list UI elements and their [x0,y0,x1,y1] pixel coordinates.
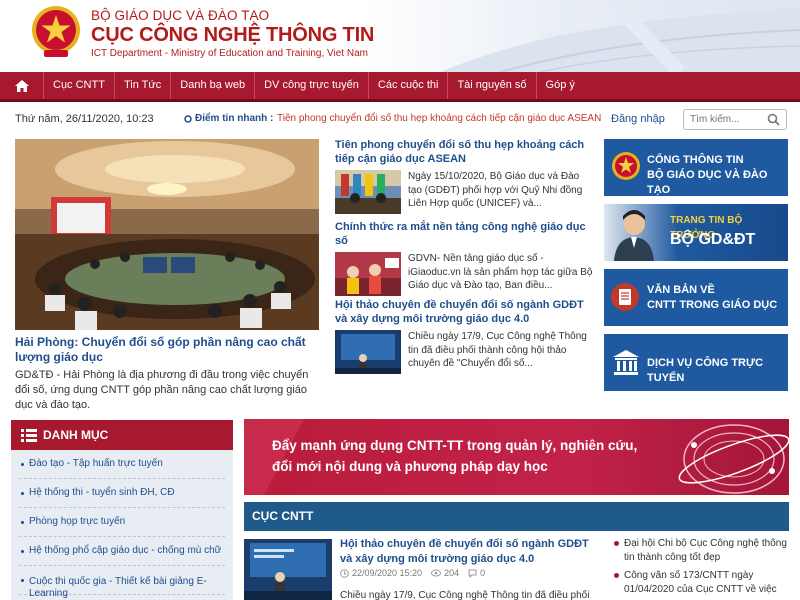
category-item[interactable]: Phòng họp trực tuyến [19,508,225,537]
list-item[interactable]: Công văn số 173/CNTT ngày 01/04/2020 của… [612,569,790,597]
promo-text: Đẩy mạnh ứng dụng CNTT-TT trong quản lý,… [272,435,637,477]
home-button[interactable] [0,72,44,99]
documents-banner[interactable]: VĂN BẢN VỀ CNTT TRONG GIÁO DỤC [604,269,788,326]
cuc-article-description: Chiều ngày 17/9, Cục Công nghệ Thông tin… [340,590,590,600]
search-icon[interactable] [767,113,780,126]
article-date: 22/09/2020 15:20 [352,568,423,578]
eye-icon [431,569,442,577]
ministry-name: BỘ GIÁO DỤC VÀ ĐÀO TẠO [91,8,270,23]
promo-line2: đổi mới nội dung và phương pháp dạy học [272,459,548,474]
main-nav: Cục CNTT Tin Tức Danh bạ web DV công trự… [0,72,800,102]
flash-news-label: Điểm tin nhanh : [195,113,274,124]
article-comments: 0 [480,568,486,578]
nav-item-danh-ba-web[interactable]: Danh bạ web [171,72,256,99]
flash-news-link[interactable]: Tiên phong chuyển đổi số thu hẹp khoảng … [277,113,601,124]
nav-item-dv-cong[interactable]: DV công trực tuyến [255,72,369,99]
category-title: DANH MỤC [43,428,109,442]
news-thumbnail[interactable] [335,252,401,296]
documents-banner-line2: CNTT TRONG GIÁO DỤC [647,299,778,311]
documents-banner-line1: VĂN BẢN VỀ [647,284,715,296]
minister-portrait [614,210,654,261]
list-item[interactable]: Đại hội Chi bộ Cục Công nghệ thông tin t… [612,537,790,565]
current-date: Thứ năm, 26/11/2020, 10:23 [15,113,154,125]
portal-banner-line1: CỔNG THÔNG TIN [647,154,744,166]
clock-icon [340,568,349,578]
portal-banner-line2: BỘ GIÁO DỤC VÀ ĐÀO TẠO [647,169,768,196]
government-building-icon [613,350,639,375]
news-title[interactable]: Chính thức ra mắt nền tảng công nghệ giá… [335,220,595,248]
gear-icon [184,115,192,123]
department-name[interactable]: CỤC CÔNG NGHỆ THÔNG TIN [91,24,374,47]
article-views: 204 [444,568,460,578]
comment-icon [468,569,477,578]
nav-item-cuc-cntt[interactable]: Cục CNTT [44,72,115,99]
news-title[interactable]: Hội thảo chuyên đề chuyển đổi số ngành G… [335,298,595,326]
news-thumbnail[interactable] [335,170,401,214]
cuc-article-title[interactable]: Hội thảo chuyên đề chuyển đổi số ngành G… [340,537,600,567]
department-english-name: ICT Department - Ministry of Education a… [91,48,368,59]
nav-item-tai-nguyen-so[interactable]: Tài nguyên số [448,72,537,99]
list-icon [21,428,37,442]
category-header: DANH MỤC [11,420,233,450]
document-icon [611,283,639,311]
online-services-banner-label: DỊCH VỤ CÔNG TRỰC TUYẾN [647,357,764,384]
news-description: Ngày 15/10/2020, Bộ Giáo dục và Đào tạo … [408,171,583,209]
featured-image[interactable] [15,139,319,330]
category-list: Đào tạo - Tập huấn trực tuyến Hệ thống t… [11,450,233,600]
promo-banner[interactable]: Đẩy mạnh ứng dụng CNTT-TT trong quản lý,… [244,419,789,495]
list-item: Chính thức ra mắt nền tảng công nghệ giá… [335,220,595,296]
minister-banner[interactable]: TRANG TIN BỘ TRƯỞNG BỘ GD&ĐT [604,204,788,261]
featured-description: GD&TĐ - Hải Phòng là địa phương đi đầu t… [15,369,309,411]
category-item[interactable]: Cuộc thi quốc gia - Thiết kế bài giảng E… [19,566,225,599]
cuc-article-image[interactable] [244,539,332,600]
home-icon [14,79,29,92]
news-thumbnail[interactable] [335,330,401,374]
online-services-banner[interactable]: DỊCH VỤ CÔNG TRỰC TUYẾN [604,334,788,391]
nav-item-cac-cuoc-thi[interactable]: Các cuộc thi [369,72,449,99]
list-item: Hội thảo chuyên đề chuyển đổi số ngành G… [335,298,595,374]
category-item[interactable]: Đào tạo - Tập huấn trực tuyến [19,450,225,479]
search-box [683,109,787,130]
search-input[interactable] [684,110,764,129]
portal-banner[interactable]: CỔNG THÔNG TIN BỘ GIÁO DỤC VÀ ĐÀO TẠO [604,139,788,196]
category-item[interactable]: Hệ thống thi - tuyển sinh ĐH, CĐ [19,479,225,508]
nav-item-tin-tuc[interactable]: Tin Tức [115,72,172,99]
cuc-side-list: Đại hội Chi bộ Cục Công nghệ thông tin t… [612,537,790,600]
site-header: BỘ GIÁO DỤC VÀ ĐÀO TẠO CỤC CÔNG NGHỆ THÔ… [0,0,800,72]
cuc-cntt-section-header[interactable]: CỤC CNTT [244,502,789,531]
featured-title[interactable]: Hải Phòng: Chuyển đổi số góp phần nâng c… [15,335,319,365]
news-description: Chiều ngày 17/9, Cục Công nghệ Thông tin… [408,331,587,369]
cuc-article-meta: 22/09/2020 15:20 204 0 [340,568,485,578]
minister-banner-line2: BỘ GD&ĐT [670,231,756,248]
promo-line1: Đẩy mạnh ứng dụng CNTT-TT trong quản lý,… [272,438,638,453]
news-title[interactable]: Tiên phong chuyển đổi số thu hẹp khoảng … [335,138,595,166]
login-link[interactable]: Đăng nhập [611,113,665,125]
category-item[interactable]: Hệ thống phổ cập giáo dục - chống mù chữ [19,537,225,566]
national-emblem-icon [612,152,640,180]
news-description: GDVN- Nền tảng giáo dục số - iGiaoduc.vn… [408,253,593,291]
national-emblem-logo[interactable] [30,4,82,60]
list-item: Tiên phong chuyển đổi số thu hẹp khoảng … [335,138,595,214]
header-decoration [440,0,800,72]
nav-item-gop-y[interactable]: Góp ý [537,72,584,99]
